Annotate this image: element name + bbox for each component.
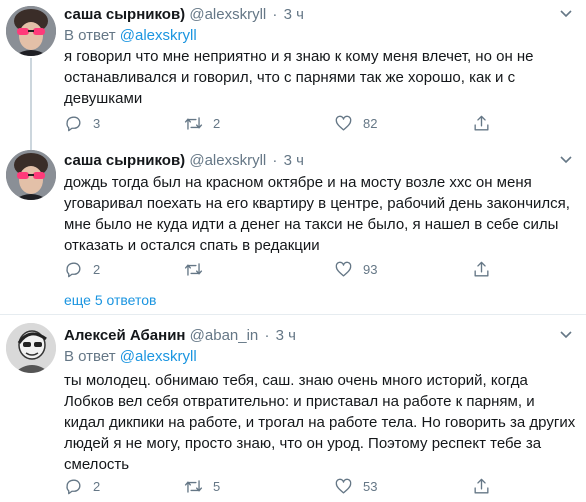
tweet-header: саша сырников) @alexskryll · 3 ч <box>64 152 304 170</box>
retweet-button[interactable]: 5 <box>184 476 220 496</box>
reply-mention[interactable]: @alexskryll <box>120 348 197 365</box>
reply-button[interactable]: 3 <box>64 113 100 133</box>
tweet[interactable]: саша сырников) @alexskryll · 3 ч дождь т… <box>0 142 586 308</box>
author-name[interactable]: Алексей Абанин <box>64 327 185 344</box>
retweet-icon <box>184 477 203 496</box>
like-count: 82 <box>363 115 378 131</box>
author-handle[interactable]: @alexskryll <box>189 152 266 169</box>
tweet-text: я говорил что мне неприятно и я знаю к к… <box>64 46 580 109</box>
share-icon <box>472 114 491 133</box>
avatar-image <box>6 150 56 200</box>
tweet-header: саша сырников) @alexskryll · 3 ч <box>64 6 304 24</box>
like-button[interactable]: 53 <box>334 476 377 496</box>
tweet[interactable]: Алексей Абанин @aban_in · 3 ч В ответ @a… <box>0 315 586 502</box>
tweet-actions: 2 93 <box>64 259 494 279</box>
retweet-count: 2 <box>213 115 221 131</box>
tweet-text-line: ты молодец. обнимаю тебя, саш. знаю очен… <box>64 372 528 389</box>
retweet-button[interactable] <box>184 259 213 279</box>
timestamp[interactable]: 3 ч <box>284 152 304 169</box>
reply-icon <box>64 477 83 496</box>
like-icon <box>334 260 353 279</box>
author-name[interactable]: саша сырников) <box>64 152 185 169</box>
retweet-icon <box>184 260 203 279</box>
tweet-text-line: я говорил что мне неприятно и я знаю к к… <box>64 48 534 65</box>
like-button[interactable]: 82 <box>334 113 377 133</box>
share-icon <box>472 260 491 279</box>
tweet-actions: 3 2 82 <box>64 113 494 133</box>
more-icon[interactable] <box>556 154 576 168</box>
share-button[interactable] <box>472 259 491 279</box>
avatar[interactable] <box>6 323 56 373</box>
tweet-text: дождь тогда был на красном октябре и на … <box>64 172 580 256</box>
tweet-text-line: мне было не куда идти а денег на такси н… <box>64 216 559 233</box>
author-handle[interactable]: @alexskryll <box>189 6 266 23</box>
separator-dot: · <box>272 6 278 23</box>
reply-label: В ответ <box>64 27 116 44</box>
retweet-button[interactable]: 2 <box>184 113 220 133</box>
tweet-text: ты молодец. обнимаю тебя, саш. знаю очен… <box>64 370 580 475</box>
like-count: 53 <box>363 478 378 494</box>
separator-dot: · <box>272 152 278 169</box>
reply-count: 3 <box>93 115 101 131</box>
reply-icon <box>64 260 83 279</box>
tweet-text-line: смелость <box>64 456 130 473</box>
like-count: 93 <box>363 261 378 277</box>
reply-button[interactable]: 2 <box>64 259 100 279</box>
more-icon[interactable] <box>556 8 576 22</box>
separator-dot: · <box>264 327 270 344</box>
tweet-text-line: дождь тогда был на красном октябре и на … <box>64 174 532 191</box>
author-handle[interactable]: @aban_in <box>190 327 259 344</box>
reply-context: В ответ @alexskryll <box>64 27 197 45</box>
reply-count: 2 <box>93 261 101 277</box>
tweet-text-line: останавливался и говорил, что с парнями … <box>64 69 516 86</box>
avatar[interactable] <box>6 150 56 200</box>
tweet-text-line: Лобков вел себя отвратительно: и пристав… <box>64 393 535 410</box>
tweet-text-line: уговаривал поехать на его квартиру в цен… <box>64 195 570 212</box>
more-icon[interactable] <box>556 329 576 343</box>
tweet-text-line: девушками <box>64 90 143 107</box>
avatar-image <box>6 6 56 56</box>
tweet-actions: 2 5 53 <box>64 476 494 496</box>
reply-button[interactable]: 2 <box>64 476 100 496</box>
share-icon <box>472 477 491 496</box>
tweet[interactable]: саша сырников) @alexskryll · 3 ч В ответ… <box>0 0 586 150</box>
timestamp[interactable]: 3 ч <box>276 327 296 344</box>
tweet-text-line: людей я не могу, просто знаю, что он уро… <box>64 435 542 452</box>
show-more-replies-link[interactable]: еще 5 ответов <box>64 292 156 308</box>
avatar-image <box>6 323 56 373</box>
like-icon <box>334 477 353 496</box>
reply-label: В ответ <box>64 348 116 365</box>
reply-icon <box>64 114 83 133</box>
timestamp[interactable]: 3 ч <box>284 6 304 23</box>
share-button[interactable] <box>472 476 491 496</box>
tweet-header: Алексей Абанин @aban_in · 3 ч <box>64 327 296 345</box>
thread-line <box>30 58 32 150</box>
share-button[interactable] <box>472 113 491 133</box>
avatar[interactable] <box>6 6 56 56</box>
reply-mention[interactable]: @alexskryll <box>120 27 197 44</box>
tweet-text-line: отказать и остался спать в редакции <box>64 237 320 254</box>
retweet-count: 5 <box>213 478 221 494</box>
like-button[interactable]: 93 <box>334 259 377 279</box>
retweet-icon <box>184 114 203 133</box>
reply-count: 2 <box>93 478 101 494</box>
reply-context: В ответ @alexskryll <box>64 348 197 366</box>
like-icon <box>334 114 353 133</box>
author-name[interactable]: саша сырников) <box>64 6 185 23</box>
tweet-text-line: кидал дикпики на работе, и трогал на раб… <box>64 414 576 431</box>
